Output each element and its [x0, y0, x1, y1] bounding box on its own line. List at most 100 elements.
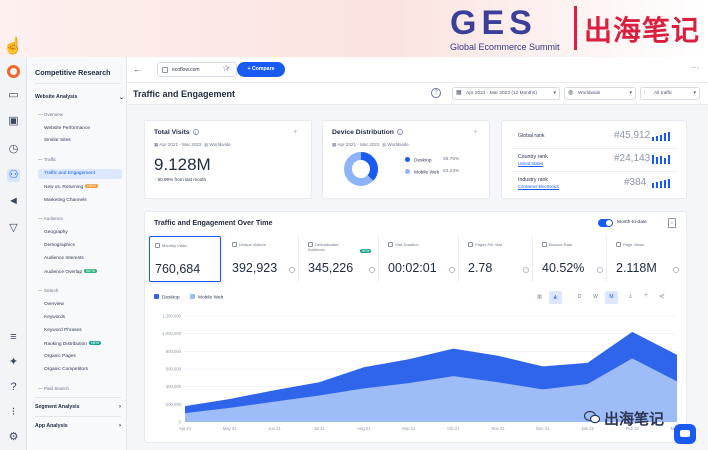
granularity-weekly[interactable]: W [589, 291, 602, 304]
sidebar-item-keywords[interactable]: Keywords [44, 315, 65, 320]
metric-label: Page Views [616, 242, 644, 247]
sidebar-item-geography[interactable]: Geography [44, 230, 68, 235]
back-arrow-icon[interactable]: ← [133, 64, 142, 74]
area-chart-toggle-icon[interactable]: ◭ [549, 291, 562, 304]
top-banner: GES Global Ecommerce Summit 出海笔记 ☝ [0, 0, 708, 57]
sidebar-item-marketing-channels[interactable]: Marketing Channels [44, 198, 87, 203]
add-icon[interactable]: + [644, 292, 648, 299]
chevron-right-icon: › [119, 404, 121, 410]
sidebar-item-organic-competitors[interactable]: Organic Competitors [44, 367, 88, 372]
sidebar-item-organic-pages[interactable]: Organic Pages [44, 354, 76, 359]
metric-pages-per-visit[interactable]: Pages Per Visit 2.78 [463, 236, 533, 282]
settings-icon[interactable]: ⚙ [7, 431, 20, 444]
compare-icon[interactable] [523, 267, 529, 273]
metric-label: Pages Per Visit [468, 242, 502, 247]
share-icon[interactable]: ⋞ [659, 292, 665, 300]
sidebar-item-website-performance[interactable]: Website Performance [44, 126, 90, 131]
metric-page-views[interactable]: Page Views 2.118M [611, 236, 683, 282]
home-icon[interactable]: ▭ [7, 89, 20, 102]
sidebar-group-traffic: Traffic [38, 157, 57, 162]
chat-support-button[interactable] [674, 424, 696, 444]
metric-bounce-rate[interactable]: Bounce Rate 40.52% [537, 236, 607, 282]
metric-visit-duration[interactable]: Visit Duration 00:02:01 [383, 236, 459, 282]
metric-unique-visitors[interactable]: Unique Visitors 392,923 [227, 236, 299, 282]
sidebar-section-app-analysis[interactable]: App Analysis › [35, 423, 125, 429]
icon-rail: ▭ ▣ ◷ ⚇ ◄ ▽ ≡ ✦ ? ⁝ ⚙ [0, 57, 27, 450]
compare-icon[interactable] [673, 267, 679, 273]
metric-icon [388, 242, 393, 247]
metric-label: Deduplicated Audience [308, 242, 339, 252]
add-icon[interactable]: + [293, 127, 298, 136]
clock-icon[interactable]: ◷ [7, 143, 20, 156]
traffic-select[interactable]: ⫶ All traffic ▾ [640, 87, 700, 100]
date-range-select[interactable]: ▦ Apr 2021 - Mar 2022 (12 Months) ▾ [452, 87, 560, 100]
country-rank-label: Country rank [518, 154, 548, 160]
info-icon[interactable]: i [192, 129, 199, 135]
device-donut-chart [344, 152, 378, 186]
sidebar-section-segment-analysis[interactable]: Segment Analysis › [35, 404, 125, 410]
metric-deduplicated-audience[interactable]: Deduplicated Audience NEW 345,226 [303, 236, 379, 282]
sidebar-group-overview: Overview [38, 112, 63, 117]
legend-mobile-checkbox[interactable]: Mobile Web [190, 294, 223, 301]
similarweb-logo-icon[interactable] [7, 65, 20, 78]
sidebar-nav: Competitive Research Website Analysis⌄ O… [27, 57, 127, 450]
bar-chart-toggle-icon[interactable]: ▥ [533, 291, 546, 304]
total-visits-title: Total Visits i [154, 129, 199, 136]
dashboard-icon[interactable]: ▣ [7, 115, 20, 128]
metric-monthly-visits[interactable]: Monthly Visits 760,684 [149, 236, 221, 282]
sidebar-item-audience-overlap[interactable]: Audience Overlap BETA [44, 269, 98, 275]
sidebar-group-audience: Audience [38, 216, 63, 221]
sidebar-item-ranking-distribution[interactable]: Ranking Distribution NEW [44, 341, 102, 347]
compare-icon[interactable] [289, 267, 295, 273]
legend-desktop-checkbox[interactable]: Desktop [154, 294, 180, 301]
apps-grid-icon[interactable]: ⁝ [7, 406, 20, 419]
x-tick-label: Aug 21 [357, 426, 371, 431]
up-arrow-icon: ↑ [154, 177, 157, 182]
industry-rank-link[interactable]: Consumer Electronics [518, 184, 559, 189]
sidebar-group-paid-search[interactable]: Paid Search [38, 386, 69, 391]
ges-wordmark: GES [450, 4, 537, 42]
star-icon[interactable]: ☆ [222, 63, 230, 74]
country-rank-link[interactable]: United States [518, 161, 543, 166]
sidebar-section-website-analysis[interactable]: Website Analysis ⌄ [35, 94, 125, 101]
sidebar-item-search-overview[interactable]: Overview [44, 302, 64, 307]
device-meta: ▦ Apr 2021 - Mar 2022 ◍ Worldwide [332, 142, 409, 147]
sidebar-item-keyword-phrases[interactable]: Keyword Phrases [44, 328, 82, 333]
menu-icon[interactable]: ≡ [7, 331, 20, 344]
gift-icon[interactable]: ✦ [7, 356, 20, 369]
sidebar-item-similar-sites[interactable]: Similar Sites [44, 138, 71, 143]
month-to-date-toggle[interactable] [598, 219, 613, 227]
sidebar-item-traffic-engagement[interactable]: Traffic and Engagement [38, 169, 122, 179]
new-badge: NEW [85, 184, 98, 188]
beta-badge: BETA [84, 269, 98, 273]
compare-icon[interactable] [597, 267, 603, 273]
more-options-icon[interactable]: ··· [691, 63, 699, 72]
sidebar-divider [35, 416, 121, 417]
megaphone-icon[interactable]: ◄ [7, 195, 20, 208]
help-circle-icon[interactable]: ? [7, 381, 20, 394]
sidebar-item-demographics[interactable]: Demographics [44, 243, 75, 248]
help-icon[interactable]: ? [431, 88, 441, 98]
rank-divider [512, 148, 678, 149]
mobile-pct: 63.24% [443, 169, 460, 174]
sidebar-item-new-returning[interactable]: New vs. Returning NEW [44, 184, 98, 190]
sidebar-item-audience-interests[interactable]: Audience Interests [44, 256, 84, 261]
competitive-research-icon[interactable]: ⚇ [7, 169, 20, 182]
country-select[interactable]: ◍ Worldwide ▾ [564, 87, 636, 100]
excel-export-icon[interactable]: x [668, 218, 676, 228]
top-bar: ← ecoflow.com × ☆ + Compare ··· [127, 57, 708, 83]
industry-rank-label: Industry rank [518, 177, 548, 183]
granularity-daily[interactable]: D [573, 291, 586, 304]
filter-icon[interactable]: ▽ [7, 222, 20, 235]
compare-button[interactable]: + Compare [237, 62, 285, 77]
metric-icon [542, 242, 547, 247]
compare-icon[interactable] [449, 267, 455, 273]
compare-icon[interactable] [369, 267, 375, 273]
add-icon[interactable]: + [473, 127, 478, 136]
main-content: Total Visits i + ▦ Apr 2021 - Mar 2022 ◍ … [127, 105, 708, 450]
granularity-monthly[interactable]: M [605, 291, 618, 304]
metric-value: 2.78 [468, 261, 493, 275]
download-icon[interactable]: ⤓ [629, 292, 632, 300]
sidebar-divider [35, 397, 121, 398]
info-icon[interactable]: i [396, 129, 403, 135]
